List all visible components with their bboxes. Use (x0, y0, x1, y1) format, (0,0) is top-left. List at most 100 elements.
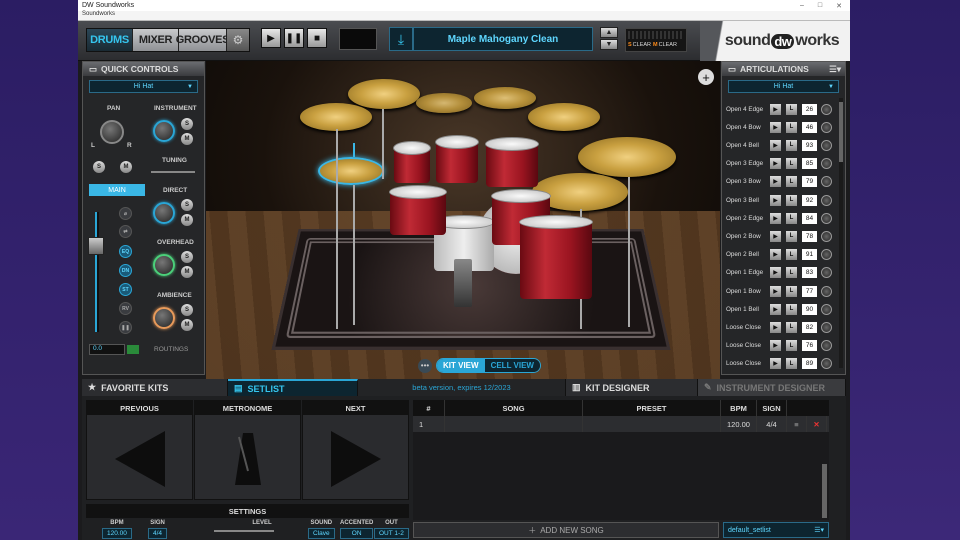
midi-note-field[interactable]: 84 (802, 212, 817, 224)
play-icon[interactable]: ▶ (770, 176, 781, 188)
download-icon[interactable]: ⤓ (389, 27, 413, 51)
articulation-knob[interactable] (821, 303, 832, 315)
ambience-knob[interactable] (153, 307, 175, 329)
articulation-knob[interactable] (821, 176, 832, 188)
articulation-scrollbar[interactable] (839, 98, 843, 368)
play-icon[interactable]: ▶ (770, 303, 781, 315)
midi-note-field[interactable]: 79 (802, 176, 817, 188)
articulation-knob[interactable] (821, 267, 832, 279)
delete-row-icon[interactable]: ✕ (807, 416, 827, 432)
play-icon[interactable]: ▶ (770, 340, 781, 352)
midi-note-field[interactable]: 85 (802, 158, 817, 170)
play-icon[interactable]: ▶ (770, 358, 781, 370)
articulation-knob[interactable] (821, 321, 832, 333)
instrument-select[interactable]: Hi Hat ▼ (89, 80, 198, 93)
play-icon[interactable]: ▶ (770, 230, 781, 242)
learn-button[interactable]: L (786, 285, 797, 297)
menu-icon[interactable]: ☰▾ (814, 526, 828, 534)
overhead-mute-button[interactable]: M (181, 266, 193, 278)
midi-note-field[interactable]: 90 (802, 303, 817, 315)
row-song[interactable] (445, 416, 583, 432)
midi-note-field[interactable]: 93 (802, 139, 817, 151)
play-icon[interactable]: ▶ (770, 212, 781, 224)
learn-button[interactable]: L (786, 139, 797, 151)
midi-note-field[interactable]: 77 (802, 285, 817, 297)
tab-mixer[interactable]: MIXER (133, 29, 179, 51)
articulation-knob[interactable] (821, 139, 832, 151)
minimize-button[interactable]: – (800, 2, 804, 10)
tab-setlist[interactable]: ▤ SETLIST (228, 379, 358, 396)
articulation-knob[interactable] (821, 158, 832, 170)
pause-fx-icon[interactable]: ❚❚ (119, 321, 132, 334)
floor-tom-2[interactable] (519, 215, 593, 299)
play-icon[interactable]: ▶ (770, 103, 781, 115)
learn-button[interactable]: L (786, 340, 797, 352)
articulation-knob[interactable] (821, 249, 832, 261)
hi-hat-cymbal[interactable] (318, 157, 384, 185)
articulation-row[interactable]: Open 4 Bell ▶ L 93 (726, 138, 840, 152)
ambience-solo-button[interactable]: S (181, 304, 193, 316)
close-window-button[interactable]: ✕ (836, 2, 842, 10)
play-icon[interactable]: ▶ (770, 267, 781, 279)
more-options-icon[interactable]: ••• (418, 358, 432, 373)
table-row[interactable]: 1 120.00 4/4 ≡ ✕ (413, 416, 829, 432)
instrument-knob[interactable] (153, 120, 175, 142)
pan-knob[interactable] (100, 120, 124, 144)
eq-button[interactable]: EQ (119, 245, 132, 258)
bpm-field[interactable]: 120.00 (102, 528, 132, 539)
solo-button[interactable]: S (93, 161, 105, 173)
learn-button[interactable]: L (786, 267, 797, 279)
kick-pedal[interactable] (454, 259, 472, 307)
add-instrument-button[interactable]: + (698, 69, 714, 85)
accented-field[interactable]: ON (340, 528, 374, 539)
play-icon[interactable]: ▶ (770, 158, 781, 170)
learn-button[interactable]: L (786, 321, 797, 333)
articulation-row[interactable]: Open 3 Bow ▶ L 79 (726, 175, 840, 189)
clear-mute-button[interactable]: MCLEAR (653, 42, 677, 48)
articulation-row[interactable]: Open 4 Bow ▶ L 46 (726, 120, 840, 134)
midi-note-field[interactable]: 91 (802, 249, 817, 261)
midi-note-field[interactable]: 89 (802, 358, 817, 370)
midi-note-field[interactable]: 92 (802, 194, 817, 206)
play-icon[interactable]: ▶ (770, 194, 781, 206)
drag-handle-icon[interactable]: ≡ (787, 416, 807, 432)
midi-note-field[interactable]: 46 (802, 121, 817, 133)
articulation-instrument-select[interactable]: Hi Hat ▼ (728, 80, 839, 93)
learn-button[interactable]: L (786, 249, 797, 261)
play-icon[interactable]: ▶ (770, 121, 781, 133)
articulation-knob[interactable] (821, 121, 832, 133)
articulation-knob[interactable] (821, 103, 832, 115)
midi-note-field[interactable]: 83 (802, 267, 817, 279)
crash-cymbal-far-left[interactable] (300, 103, 372, 131)
overhead-solo-button[interactable]: S (181, 251, 193, 263)
add-new-song-button[interactable]: ＋ ADD NEW SONG (413, 522, 719, 538)
tom-1[interactable] (393, 141, 431, 183)
articulation-knob[interactable] (821, 340, 832, 352)
midi-note-field[interactable]: 76 (802, 340, 817, 352)
row-sign[interactable]: 4/4 (757, 416, 787, 432)
articulation-row[interactable]: Open 4 Edge ▶ L 26 (726, 102, 840, 116)
midi-note-field[interactable]: 26 (802, 103, 817, 115)
learn-button[interactable]: L (786, 212, 797, 224)
tuning-slider[interactable] (151, 171, 195, 173)
articulation-row[interactable]: Open 2 Bell ▶ L 91 (726, 248, 840, 262)
pause-button[interactable]: ❚❚ (284, 28, 304, 48)
tab-favorite-kits[interactable]: ★ FAVORITE KITS (82, 379, 228, 396)
articulation-row[interactable]: Open 1 Bow ▶ L 77 (726, 284, 840, 298)
direct-mute-button[interactable]: M (181, 214, 193, 226)
preset-up-button[interactable]: ▲ (600, 27, 618, 38)
articulation-row[interactable]: Loose Close ▶ L 89 (726, 357, 840, 371)
next-button[interactable]: NEXT (302, 400, 409, 500)
articulation-knob[interactable] (821, 358, 832, 370)
dynamics-button[interactable]: DN (119, 264, 132, 277)
volume-fader-handle[interactable] (88, 237, 104, 255)
preset-down-button[interactable]: ▼ (600, 39, 618, 50)
direct-knob[interactable] (153, 202, 175, 224)
maximize-button[interactable]: □ (818, 2, 822, 10)
tom-3[interactable] (485, 137, 539, 187)
cell-view-button[interactable]: CELL VIEW (484, 359, 540, 372)
table-scrollbar[interactable] (822, 464, 827, 518)
sign-field[interactable]: 4/4 (148, 528, 168, 539)
midi-note-field[interactable]: 82 (802, 321, 817, 333)
articulation-row[interactable]: Open 1 Edge ▶ L 83 (726, 266, 840, 280)
